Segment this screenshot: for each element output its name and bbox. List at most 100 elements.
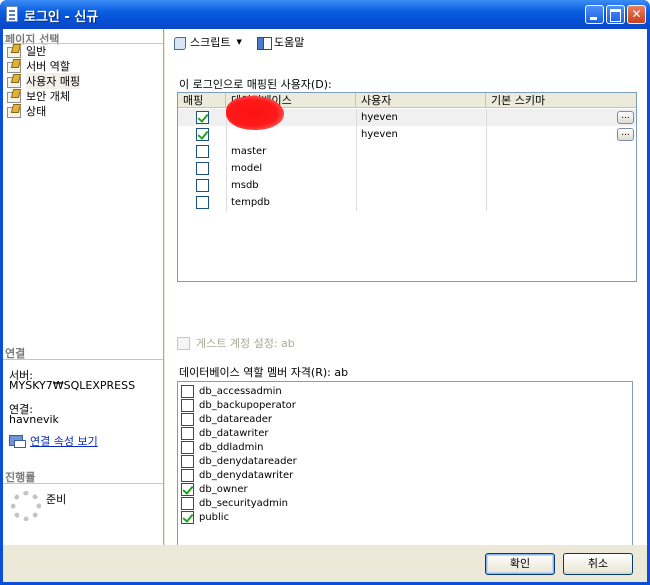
database-cell: model [231, 163, 263, 174]
list-item[interactable]: db_denydatawriter [181, 468, 293, 482]
role-name: db_denydatareader [199, 455, 297, 467]
nav-item-server-roles[interactable]: 서버 역할 [6, 59, 70, 73]
user-cell[interactable] [356, 160, 361, 177]
schema-cell[interactable] [486, 109, 491, 126]
table-row[interactable]: master [178, 143, 636, 160]
nav-item-label: 보안 개체 [26, 90, 70, 103]
nav-item-label: 일반 [26, 45, 47, 58]
maximize-button[interactable] [606, 5, 625, 24]
guest-account-option: 게스트 계정 설정: ab [177, 335, 295, 351]
role-checkbox[interactable] [181, 398, 194, 412]
nav-item-general[interactable]: 일반 [6, 44, 46, 58]
browse-schema-button[interactable]: ... [617, 128, 634, 141]
list-item[interactable]: public [181, 510, 229, 524]
help-button[interactable]: 도움말 [257, 35, 305, 50]
mapped-users-label: 이 로그인으로 매핑된 사용자(D): [179, 78, 332, 91]
table-row[interactable]: model [178, 160, 636, 177]
role-checkbox[interactable] [181, 482, 194, 496]
role-checkbox[interactable] [181, 496, 194, 510]
script-icon [173, 36, 187, 50]
table-row[interactable]: tempdb [178, 194, 636, 211]
guest-account-checkbox[interactable] [177, 336, 190, 350]
database-cell [226, 126, 231, 143]
role-name: db_accessadmin [199, 385, 282, 397]
database-cell: msdb [231, 180, 259, 191]
role-name: db_datawriter [199, 427, 269, 439]
user-cell[interactable]: hyeven [356, 126, 398, 143]
nav-item-securables[interactable]: 보안 개체 [6, 89, 70, 103]
login-new-dialog: 로그인 - 신규 ✕ 페이지 선택 일반 서버 역할 사용자 매핑 보안 개체 … [0, 0, 650, 585]
role-checkbox[interactable] [181, 412, 194, 426]
schema-cell[interactable] [486, 126, 491, 143]
ok-button[interactable]: 확인 [485, 553, 555, 575]
browse-schema-button[interactable]: ... [617, 111, 634, 124]
button-bar: 확인 취소 [3, 545, 647, 582]
role-name: db_owner [199, 483, 248, 495]
script-label: 스크립트 [190, 36, 231, 49]
column-header-default-schema[interactable]: 기본 스키마 [486, 93, 636, 108]
minimize-button[interactable] [585, 5, 604, 24]
divider [3, 483, 163, 484]
close-button[interactable]: ✕ [627, 5, 646, 24]
schema-cell[interactable] [486, 194, 491, 211]
page-icon [6, 74, 22, 88]
nav-item-status[interactable]: 상태 [6, 104, 46, 118]
map-checkbox[interactable] [196, 111, 209, 124]
document-icon [6, 6, 18, 22]
title-bar[interactable]: 로그인 - 신규 ✕ [0, 0, 650, 29]
nav-item-user-mapping[interactable]: 사용자 매핑 [6, 73, 81, 89]
cancel-button[interactable]: 취소 [563, 553, 633, 575]
role-checkbox[interactable] [181, 440, 194, 454]
role-checkbox[interactable] [181, 454, 194, 468]
list-item[interactable]: db_owner [181, 482, 248, 496]
list-item[interactable]: db_ddladmin [181, 440, 264, 454]
view-connection-properties-link[interactable]: 연결 속성 보기 [30, 433, 98, 449]
nav-item-label: 사용자 매핑 [26, 73, 81, 89]
toolbar: 스크립트 ▼ 도움말 [165, 29, 647, 55]
window-title: 로그인 - 신규 [24, 10, 99, 25]
map-checkbox[interactable] [196, 145, 209, 158]
list-item[interactable]: db_accessadmin [181, 384, 282, 398]
user-mapping-page: 이 로그인으로 매핑된 사용자(D): 매핑 데이터베이스 사용자 기본 스키마… [165, 55, 647, 561]
schema-cell[interactable] [486, 143, 491, 160]
schema-cell[interactable] [486, 177, 491, 194]
connection-value: havnevik [9, 413, 59, 426]
list-item[interactable]: db_datawriter [181, 426, 268, 440]
role-checkbox[interactable] [181, 468, 194, 482]
db-role-membership-list[interactable]: db_accessadmin db_backupoperator db_data… [177, 381, 633, 561]
list-item[interactable]: db_securityadmin [181, 496, 288, 510]
dropdown-arrow-icon[interactable]: ▼ [236, 38, 241, 46]
list-item[interactable]: db_datareader [181, 412, 272, 426]
table-row[interactable]: msdb [178, 177, 636, 194]
role-name: public [199, 511, 230, 523]
role-checkbox[interactable] [181, 426, 194, 440]
mapped-users-grid[interactable]: 매핑 데이터베이스 사용자 기본 스키마 hyeven ... [177, 92, 637, 282]
nav-item-label: 상태 [26, 105, 47, 118]
database-cell: tempdb [231, 197, 270, 208]
map-checkbox[interactable] [196, 179, 209, 192]
column-header-map[interactable]: 매핑 [178, 93, 226, 108]
left-pane: 페이지 선택 일반 서버 역할 사용자 매핑 보안 개체 상태 연결 서버: M… [3, 29, 164, 545]
user-cell[interactable]: hyeven [356, 109, 398, 126]
role-name: db_ddladmin [199, 441, 264, 453]
connection-properties-icon [9, 433, 26, 448]
role-checkbox[interactable] [181, 384, 194, 398]
map-checkbox[interactable] [196, 128, 209, 141]
user-cell[interactable] [356, 143, 361, 160]
script-button[interactable]: 스크립트 ▼ [173, 35, 242, 50]
map-checkbox[interactable] [196, 196, 209, 209]
map-checkbox[interactable] [196, 162, 209, 175]
server-value: MYSKY7₩SQLEXPRESS [9, 379, 136, 392]
help-label: 도움말 [274, 36, 305, 49]
db-role-membership-label: 데이터베이스 역할 멤버 자격(R): ab [179, 366, 349, 379]
help-book-icon [257, 36, 272, 50]
database-cell: master [231, 146, 267, 157]
dialog-client: 페이지 선택 일반 서버 역할 사용자 매핑 보안 개체 상태 연결 서버: M… [3, 29, 647, 582]
column-header-user[interactable]: 사용자 [356, 93, 486, 108]
user-cell[interactable] [356, 177, 361, 194]
role-checkbox[interactable] [181, 510, 194, 524]
schema-cell[interactable] [486, 160, 491, 177]
user-cell[interactable] [356, 194, 361, 211]
list-item[interactable]: db_backupoperator [181, 398, 296, 412]
list-item[interactable]: db_denydatareader [181, 454, 297, 468]
